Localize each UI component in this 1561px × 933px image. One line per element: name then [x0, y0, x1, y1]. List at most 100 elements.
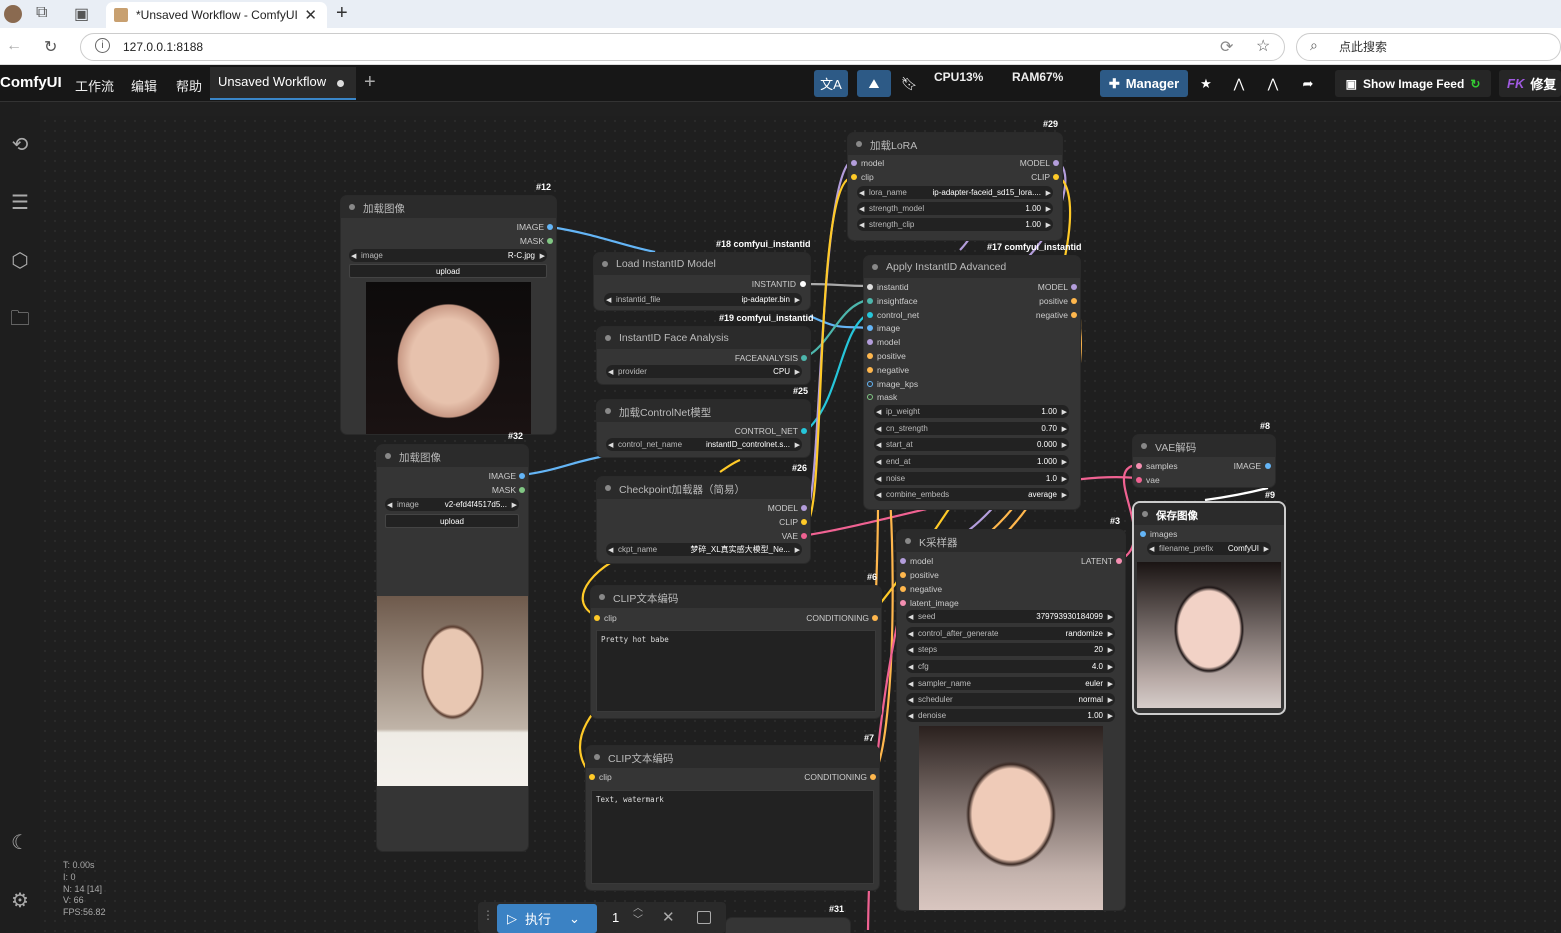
input-port[interactable] — [900, 600, 906, 606]
output-port[interactable] — [872, 615, 878, 621]
control-after-generate-widget[interactable]: control_after_generate randomize ◀ ▶ — [906, 627, 1115, 640]
output-port[interactable] — [1265, 463, 1271, 469]
manager-button[interactable]: ✚ Manager — [1100, 70, 1188, 97]
start-at-widget[interactable]: start_at 0.000 ◀ ▶ — [874, 438, 1069, 451]
sampler-name-widget[interactable]: sampler_name euler ◀ ▶ — [906, 677, 1115, 690]
history-icon[interactable]: ⟲ — [8, 133, 32, 157]
ip-weight-widget[interactable]: ip_weight 1.00 ◀ ▶ — [874, 405, 1069, 418]
output-port[interactable] — [801, 533, 807, 539]
scheduler-widget[interactable]: scheduler normal ◀ ▶ — [906, 693, 1115, 706]
output-port[interactable] — [1071, 312, 1077, 318]
output-port[interactable] — [547, 224, 553, 230]
input-port[interactable] — [867, 339, 873, 345]
translate-icon[interactable]: 文A — [814, 70, 848, 97]
output-port[interactable] — [801, 505, 807, 511]
load-image-node-12[interactable]: 加载图像 IMAGE MASK image R-C.jpg ◀ ▶ upload — [341, 196, 556, 434]
increment-arrow-icon[interactable]: ▶ — [1108, 696, 1113, 704]
search-input[interactable]: 点此搜索 — [1296, 33, 1561, 61]
cfg-widget[interactable]: cfg 4.0 ◀ ▶ — [906, 660, 1115, 673]
apply-instantid-advanced-node[interactable]: Apply InstantID Advanced instantid insig… — [864, 256, 1080, 509]
decrement-arrow-icon[interactable]: ◀ — [876, 408, 881, 416]
decrement-arrow-icon[interactable]: ◀ — [908, 696, 913, 704]
increment-arrow-icon[interactable]: ▶ — [1264, 545, 1269, 553]
increment-arrow-icon[interactable]: ▶ — [1062, 458, 1067, 466]
decrement-arrow-icon[interactable]: ◀ — [859, 189, 864, 197]
load-controlnet-node[interactable]: 加载ControlNet模型 CONTROL_NET control_net_n… — [597, 400, 810, 457]
input-port[interactable] — [1136, 477, 1142, 483]
decrement-arrow-icon[interactable]: ◀ — [876, 491, 881, 499]
batch-count-input[interactable]: 1 — [612, 910, 619, 925]
share-arrow-icon[interactable]: ➦ — [1298, 70, 1318, 97]
translate-page-icon[interactable]: ⟳ — [1220, 37, 1233, 57]
save-image-node[interactable]: 保存图像 images filename_prefix ComfyUI ◀ ▶ — [1134, 503, 1284, 713]
decrement-arrow-icon[interactable]: ◀ — [876, 441, 881, 449]
input-port[interactable] — [1140, 531, 1146, 537]
theme-moon-icon[interactable]: ☾ — [8, 831, 32, 855]
back-icon[interactable]: ← — [6, 37, 22, 55]
input-port[interactable] — [867, 284, 873, 290]
input-port[interactable] — [900, 572, 906, 578]
increment-arrow-icon[interactable]: ▶ — [1108, 630, 1113, 638]
share-a-icon[interactable]: ⋀ — [1229, 70, 1249, 97]
output-port[interactable] — [800, 281, 806, 287]
clip-text-encode-positive-node[interactable]: CLIP文本编码 clip CONDITIONING Pretty hot ba… — [591, 586, 881, 718]
output-port[interactable] — [801, 428, 807, 434]
output-port[interactable] — [1071, 284, 1077, 290]
seed-widget[interactable]: seed 379793930184099 ◀ ▶ — [906, 610, 1115, 623]
tab-actions-icon[interactable]: ▣ — [74, 4, 89, 24]
output-port[interactable] — [801, 355, 807, 361]
increment-arrow-icon[interactable]: ▶ — [1062, 425, 1067, 433]
increment-arrow-icon[interactable]: ▶ — [1062, 408, 1067, 416]
menu-edit[interactable]: 编辑 — [131, 76, 157, 95]
input-port[interactable] — [900, 586, 906, 592]
drag-handle-icon[interactable]: ⋮ — [482, 908, 494, 922]
increment-arrow-icon[interactable]: ▶ — [1046, 189, 1051, 197]
increment-arrow-icon[interactable]: ▶ — [1108, 680, 1113, 688]
output-port[interactable] — [519, 487, 525, 493]
lora-name-widget[interactable]: lora_name ip-adapter-faceid_sd15_lora....… — [857, 186, 1053, 199]
decrement-arrow-icon[interactable]: ◀ — [859, 205, 864, 213]
increment-arrow-icon[interactable]: ▶ — [1062, 491, 1067, 499]
model-library-icon[interactable]: ⬡ — [8, 249, 32, 273]
instantid-file-widget[interactable]: instantid_file ip-adapter.bin ◀ ▶ — [604, 293, 802, 306]
settings-gear-icon[interactable]: ⚙ — [8, 889, 32, 913]
decrement-arrow-icon[interactable]: ◀ — [608, 546, 613, 554]
favorite-star-icon[interactable]: ☆ — [1256, 36, 1270, 56]
output-port[interactable] — [519, 473, 525, 479]
output-port[interactable] — [547, 238, 553, 244]
stop-icon[interactable] — [697, 911, 711, 924]
node-map-icon[interactable]: ⛰ — [857, 70, 891, 97]
reload-icon[interactable]: ↻ — [44, 37, 57, 57]
increment-arrow-icon[interactable]: ▶ — [1108, 613, 1113, 621]
input-port[interactable] — [594, 615, 600, 621]
clip-text-encode-negative-node[interactable]: CLIP文本编码 clip CONDITIONING Text, waterma… — [586, 746, 879, 890]
increment-arrow-icon[interactable]: ▶ — [1062, 441, 1067, 449]
output-port[interactable] — [1053, 174, 1059, 180]
decrement-arrow-icon[interactable]: ◀ — [606, 296, 611, 304]
url-field[interactable]: 127.0.0.1:8188 — [80, 33, 1285, 61]
prompt-textarea[interactable]: Pretty hot babe — [596, 630, 876, 712]
input-port[interactable] — [900, 558, 906, 564]
load-instantid-model-node[interactable]: Load InstantID Model INSTANTID instantid… — [594, 253, 810, 310]
fix-button[interactable]: FK 修复 — [1499, 70, 1561, 97]
increment-arrow-icon[interactable]: ▶ — [1108, 712, 1113, 720]
load-image-node-32[interactable]: 加载图像 IMAGE MASK image v2-efd4f4517d5... ◀ ▶… — [377, 445, 528, 851]
strength-model-widget[interactable]: strength_model 1.00 ◀ ▶ — [857, 202, 1053, 215]
input-port[interactable] — [851, 174, 857, 180]
image-combo-widget[interactable]: image R-C.jpg ◀ ▶ — [349, 249, 547, 262]
load-lora-node[interactable]: 加载LoRA model clip MODEL CLIP lora_name ip… — [848, 133, 1062, 240]
noise-widget[interactable]: noise 1.0 ◀ ▶ — [874, 472, 1069, 485]
input-port[interactable] — [867, 298, 873, 304]
provider-widget[interactable]: provider CPU ◀ ▶ — [606, 365, 802, 378]
output-port[interactable] — [1053, 160, 1059, 166]
increment-arrow-icon[interactable]: ▶ — [795, 441, 800, 449]
ckpt-name-widget[interactable]: ckpt_name 梦碎_XL真实感大模型_Ne... ◀ ▶ — [606, 543, 802, 556]
image-combo-widget[interactable]: image v2-efd4f4517d5... ◀ ▶ — [385, 498, 519, 511]
filename-prefix-widget[interactable]: filename_prefix ComfyUI ◀ ▶ — [1147, 542, 1271, 555]
decrement-arrow-icon[interactable]: ◀ — [908, 613, 913, 621]
workflows-folder-icon[interactable]: 🗀︎ — [8, 307, 32, 331]
site-info-icon[interactable]: i — [95, 38, 110, 53]
run-dropdown-icon[interactable]: ⌄ — [569, 911, 580, 927]
instantid-face-analysis-node[interactable]: InstantID Face Analysis FACEANALYSIS pro… — [597, 327, 810, 384]
output-port[interactable] — [870, 774, 876, 780]
